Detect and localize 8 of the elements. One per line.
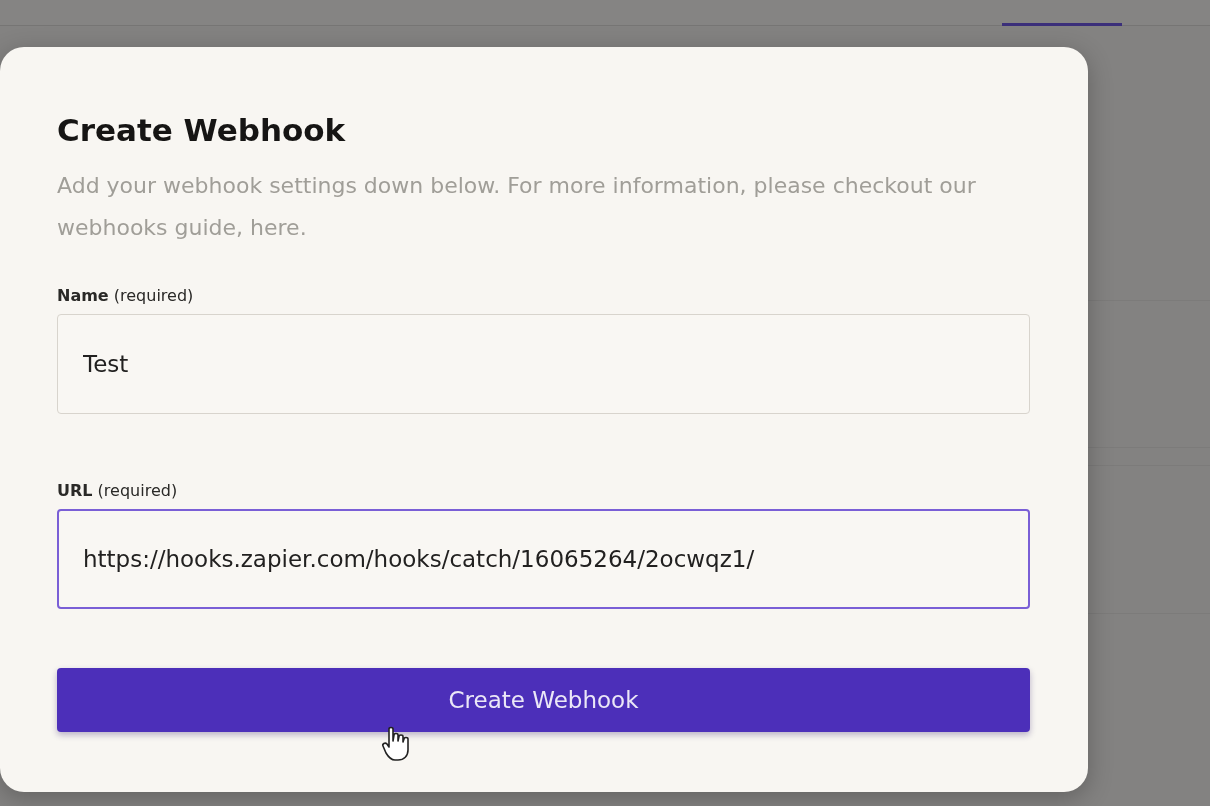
hand-cursor-icon — [381, 726, 411, 762]
create-webhook-button[interactable]: Create Webhook — [57, 668, 1030, 732]
text-input-field[interactable]: https://hooks.zapier.com/hooks/catch/16065264/2ocwqz1/ — [57, 509, 1030, 609]
dialog-description: Add your webhook settings down below. For more information, please checkout our webhooks guide, here. — [57, 172, 977, 242]
field-label: Name (required) — [57, 286, 194, 306]
text-input-field[interactable]: Test — [57, 314, 1030, 414]
field-label: URL (required) — [57, 481, 178, 501]
dialog-title: Create Webhook — [57, 111, 346, 150]
